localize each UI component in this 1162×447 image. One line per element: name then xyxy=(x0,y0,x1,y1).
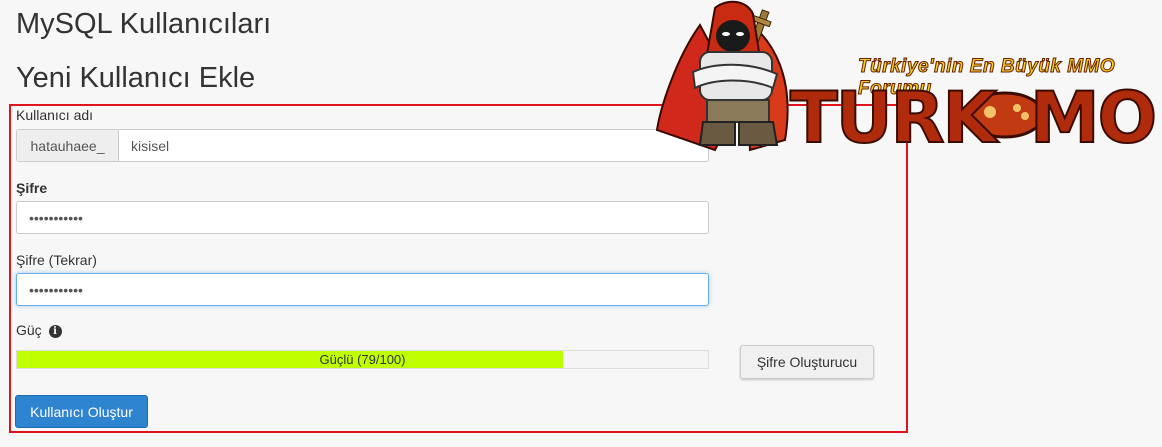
password-strength-meter: Güçlü (79/100) xyxy=(16,350,709,369)
strength-text: Güçlü (79/100) xyxy=(319,352,406,367)
username-label: Kullanıcı adı xyxy=(16,107,94,123)
watermark-logo-text-right: MO xyxy=(1029,77,1158,159)
strength-label-text: Güç xyxy=(16,322,42,338)
watermark-logo-text-left: TURK xyxy=(789,77,998,159)
username-prefix: hatauhaee_ xyxy=(17,130,119,161)
create-user-button[interactable]: Kullanıcı Oluştur xyxy=(15,395,148,428)
password-again-label-text: Şifre (Tekrar) xyxy=(16,252,97,268)
username-input-group: hatauhaee_ xyxy=(16,129,709,162)
password-label: Şifre xyxy=(16,180,48,196)
password-again-label: Şifre (Tekrar) xyxy=(16,252,97,268)
password-input[interactable] xyxy=(16,201,709,234)
section-title: Yeni Kullanıcı Ekle xyxy=(16,62,256,94)
page-title: MySQL Kullanıcıları xyxy=(16,8,272,40)
password-again-input[interactable] xyxy=(16,273,709,306)
password-generator-button[interactable]: Şifre Oluşturucu xyxy=(740,345,874,379)
strength-label: Güç i xyxy=(16,322,62,338)
info-icon[interactable]: i xyxy=(48,325,62,338)
username-input[interactable] xyxy=(119,130,708,161)
